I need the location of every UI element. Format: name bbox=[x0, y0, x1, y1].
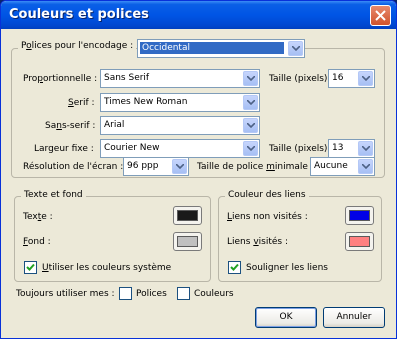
sans-serif-label: Sans-serif : bbox=[45, 121, 96, 131]
background-color-button[interactable] bbox=[173, 232, 202, 251]
serif-dropdown-arrow[interactable] bbox=[243, 95, 258, 110]
proportional-label: Proportionnelle : bbox=[23, 74, 98, 84]
proportional-size-dropdown-arrow[interactable] bbox=[358, 71, 373, 86]
text-color-swatch bbox=[177, 210, 198, 221]
monospace-size-dropdown-arrow[interactable] bbox=[358, 141, 373, 156]
background-color-swatch bbox=[177, 236, 198, 247]
encoding-dropdown-arrow[interactable] bbox=[288, 41, 303, 56]
visited-links-color-button[interactable] bbox=[345, 232, 374, 251]
monospace-size-label: Taille (pixels) bbox=[269, 144, 328, 154]
text-background-legend: Texte et fond bbox=[21, 190, 86, 200]
always-use-colors-label[interactable]: Couleurs bbox=[194, 288, 234, 300]
dialog-window: Couleurs et polices Polices pour l'encod… bbox=[0, 0, 397, 339]
chevron-down-icon bbox=[247, 76, 255, 81]
resolution-value: 96 ppp bbox=[127, 161, 159, 171]
monospace-size-value: 13 bbox=[332, 143, 344, 153]
monospace-dropdown-arrow[interactable] bbox=[243, 141, 258, 156]
resolution-select[interactable]: 96 ppp bbox=[123, 157, 189, 176]
system-colors-label[interactable]: Utiliser les couleurs système bbox=[42, 262, 171, 274]
checkmark-icon bbox=[230, 263, 239, 271]
always-use-fonts-checkbox[interactable] bbox=[119, 287, 132, 300]
chevron-down-icon bbox=[292, 46, 300, 51]
chevron-down-icon bbox=[247, 146, 255, 151]
underline-links-checkbox[interactable] bbox=[228, 261, 241, 274]
always-use-fonts-label[interactable]: Polices bbox=[136, 288, 167, 300]
monospace-value: Courier New bbox=[104, 143, 160, 153]
unvisited-links-label: Liens non visités : bbox=[227, 212, 308, 222]
dialog-title: Couleurs et polices bbox=[9, 7, 149, 22]
unvisited-links-swatch bbox=[349, 210, 370, 221]
always-use-label: Toujours utiliser mes : bbox=[16, 289, 115, 299]
checkmark-icon bbox=[26, 263, 35, 271]
chevron-down-icon bbox=[362, 76, 370, 81]
visited-links-label: Liens visités : bbox=[227, 237, 288, 247]
proportional-dropdown-arrow[interactable] bbox=[243, 71, 258, 86]
proportional-value: Sans Serif bbox=[104, 73, 150, 83]
always-use-colors-checkbox[interactable] bbox=[177, 287, 190, 300]
chevron-down-icon bbox=[247, 123, 255, 128]
serif-select[interactable]: Times New Roman bbox=[100, 93, 260, 112]
chevron-down-icon bbox=[362, 146, 370, 151]
proportional-size-value: 16 bbox=[332, 73, 344, 83]
close-button[interactable] bbox=[370, 5, 391, 26]
encoding-label: Polices pour l'encodage : bbox=[18, 41, 137, 51]
resolution-dropdown-arrow[interactable] bbox=[172, 159, 187, 174]
serif-label: Serif : bbox=[68, 98, 95, 108]
chevron-down-icon bbox=[247, 100, 255, 105]
min-size-value: Aucune bbox=[314, 161, 348, 171]
background-color-label: Fond : bbox=[23, 237, 51, 247]
encoding-select[interactable]: Occidental bbox=[137, 39, 305, 58]
title-bar[interactable]: Couleurs et polices bbox=[1, 1, 396, 29]
proportional-size-select[interactable]: 16 bbox=[328, 69, 375, 88]
monospace-select[interactable]: Courier New bbox=[100, 139, 260, 158]
resolution-label: Résolution de l'écran : bbox=[23, 162, 124, 172]
sans-serif-dropdown-arrow[interactable] bbox=[243, 118, 258, 133]
min-size-label: Taille de police minimale : bbox=[197, 162, 314, 172]
chevron-down-icon bbox=[362, 164, 370, 169]
unvisited-links-color-button[interactable] bbox=[345, 206, 374, 225]
monospace-size-select[interactable]: 13 bbox=[328, 139, 375, 158]
link-colors-legend: Couleur des liens bbox=[225, 190, 309, 200]
text-color-label: Texte : bbox=[23, 212, 53, 222]
cancel-button[interactable]: Annuler bbox=[323, 307, 385, 328]
system-colors-checkbox[interactable] bbox=[24, 261, 37, 274]
text-color-button[interactable] bbox=[173, 206, 202, 225]
min-size-select[interactable]: Aucune bbox=[310, 157, 375, 176]
min-size-dropdown-arrow[interactable] bbox=[358, 159, 373, 174]
sans-serif-value: Arial bbox=[104, 120, 125, 130]
ok-button[interactable]: OK bbox=[255, 307, 317, 328]
close-icon bbox=[375, 10, 386, 21]
proportional-size-label: Taille (pixels) bbox=[269, 74, 328, 84]
sans-serif-select[interactable]: Arial bbox=[100, 116, 260, 135]
visited-links-swatch bbox=[349, 236, 370, 247]
monospace-label: Largeur fixe : bbox=[34, 144, 94, 154]
chevron-down-icon bbox=[176, 164, 184, 169]
encoding-value: Occidental bbox=[140, 42, 284, 54]
proportional-select[interactable]: Sans Serif bbox=[100, 69, 260, 88]
serif-value: Times New Roman bbox=[104, 97, 188, 107]
underline-links-label[interactable]: Souligner les liens bbox=[246, 262, 328, 274]
